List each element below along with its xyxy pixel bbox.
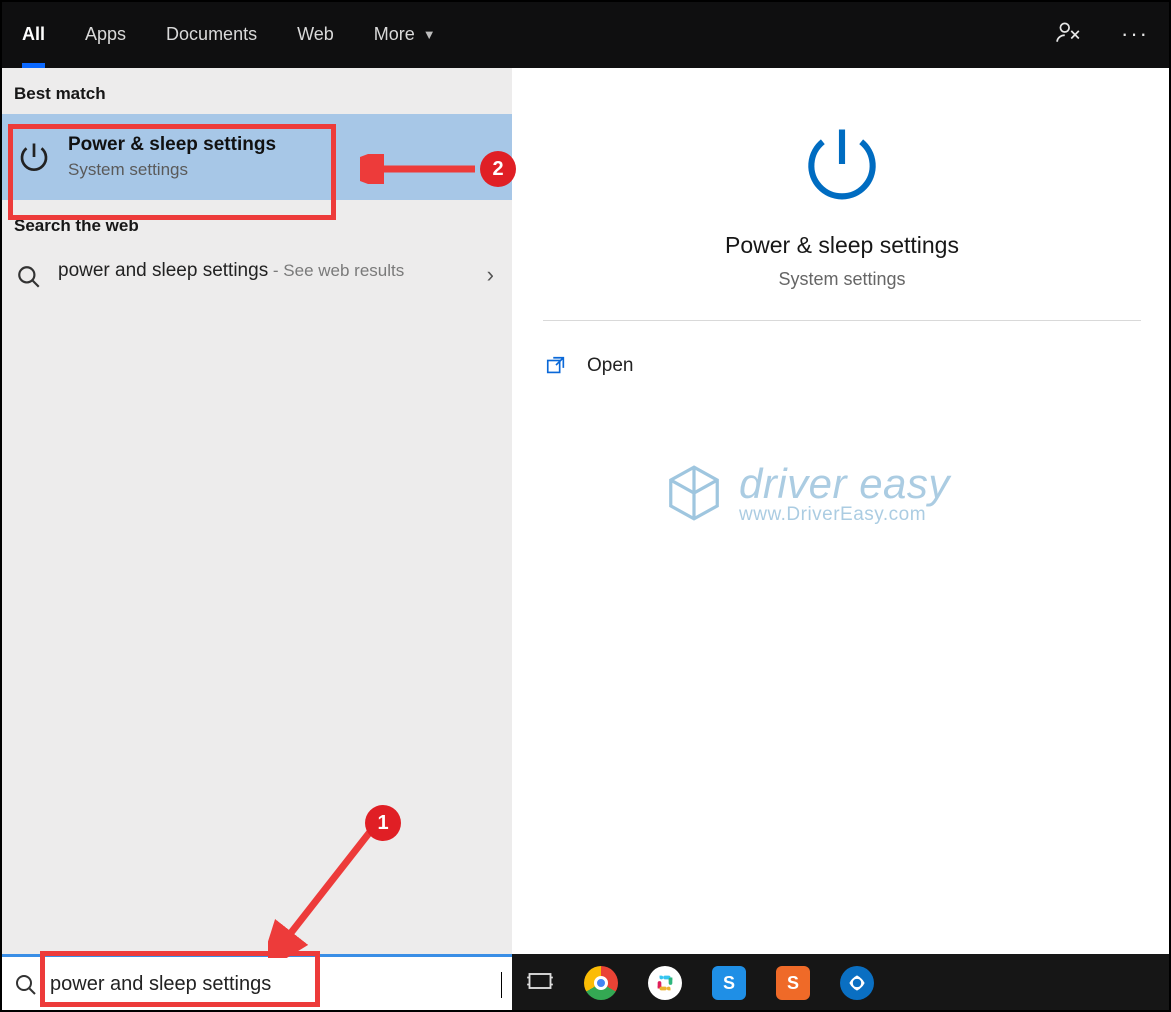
more-options-icon[interactable]: ··· — [1121, 21, 1149, 47]
search-results-area: Best match Power & sleep settings System… — [0, 68, 1171, 954]
task-view-icon[interactable] — [526, 967, 554, 1000]
best-match-text: Power & sleep settings System settings — [68, 134, 276, 180]
web-result-query: power and sleep settings — [58, 260, 268, 281]
tab-apps[interactable]: Apps — [85, 0, 126, 68]
filter-tabs: All Apps Documents Web More ▼ — [22, 0, 436, 68]
section-best-match: Best match — [0, 68, 512, 114]
chevron-down-icon: ▼ — [423, 27, 436, 42]
web-result-text: power and sleep settings - See web resul… — [58, 260, 404, 282]
taskbar-tray: S S — [512, 954, 1171, 1012]
search-icon — [16, 264, 42, 290]
result-preview-pane: Power & sleep settings System settings O… — [512, 68, 1171, 954]
text-cursor — [501, 972, 502, 998]
tab-documents[interactable]: Documents — [166, 0, 257, 68]
search-box[interactable] — [0, 954, 512, 1012]
watermark-brand: driver easy — [739, 460, 950, 508]
watermark: driver easy www.DriverEasy.com — [663, 460, 950, 526]
search-input[interactable] — [50, 973, 497, 996]
preview-title: Power & sleep settings — [725, 232, 959, 259]
chevron-right-icon: › — [487, 262, 494, 288]
snagit-icon[interactable]: S — [712, 966, 746, 1000]
open-label: Open — [587, 355, 633, 377]
section-search-web: Search the web — [0, 200, 512, 246]
web-result[interactable]: power and sleep settings - See web resul… — [0, 246, 512, 304]
taskbar: S S — [0, 954, 1171, 1012]
tab-web[interactable]: Web — [297, 0, 334, 68]
topbar-right-controls: ··· — [1055, 19, 1149, 50]
tab-more[interactable]: More ▼ — [374, 0, 436, 68]
slack-icon[interactable] — [648, 966, 682, 1000]
power-icon — [796, 118, 888, 210]
best-match-result[interactable]: Power & sleep settings System settings — [0, 114, 512, 200]
power-icon — [16, 139, 52, 175]
search-icon — [14, 973, 38, 997]
open-action[interactable]: Open — [513, 321, 1171, 411]
preview-subtitle: System settings — [778, 269, 905, 290]
watermark-url: www.DriverEasy.com — [739, 504, 950, 526]
best-match-subtitle: System settings — [68, 160, 276, 180]
web-result-suffix: - See web results — [268, 261, 404, 280]
cube-icon — [663, 462, 725, 524]
open-icon — [545, 355, 567, 377]
feedback-icon[interactable] — [1055, 19, 1081, 50]
preview-header: Power & sleep settings System settings — [543, 68, 1141, 321]
search-filter-bar: All Apps Documents Web More ▼ ··· — [0, 0, 1171, 68]
tab-all[interactable]: All — [22, 0, 45, 68]
battlenet-icon[interactable] — [840, 966, 874, 1000]
tab-more-label: More — [374, 24, 415, 45]
snagit-editor-icon[interactable]: S — [776, 966, 810, 1000]
best-match-title: Power & sleep settings — [68, 134, 276, 156]
results-list-pane: Best match Power & sleep settings System… — [0, 68, 512, 954]
chrome-icon[interactable] — [584, 966, 618, 1000]
